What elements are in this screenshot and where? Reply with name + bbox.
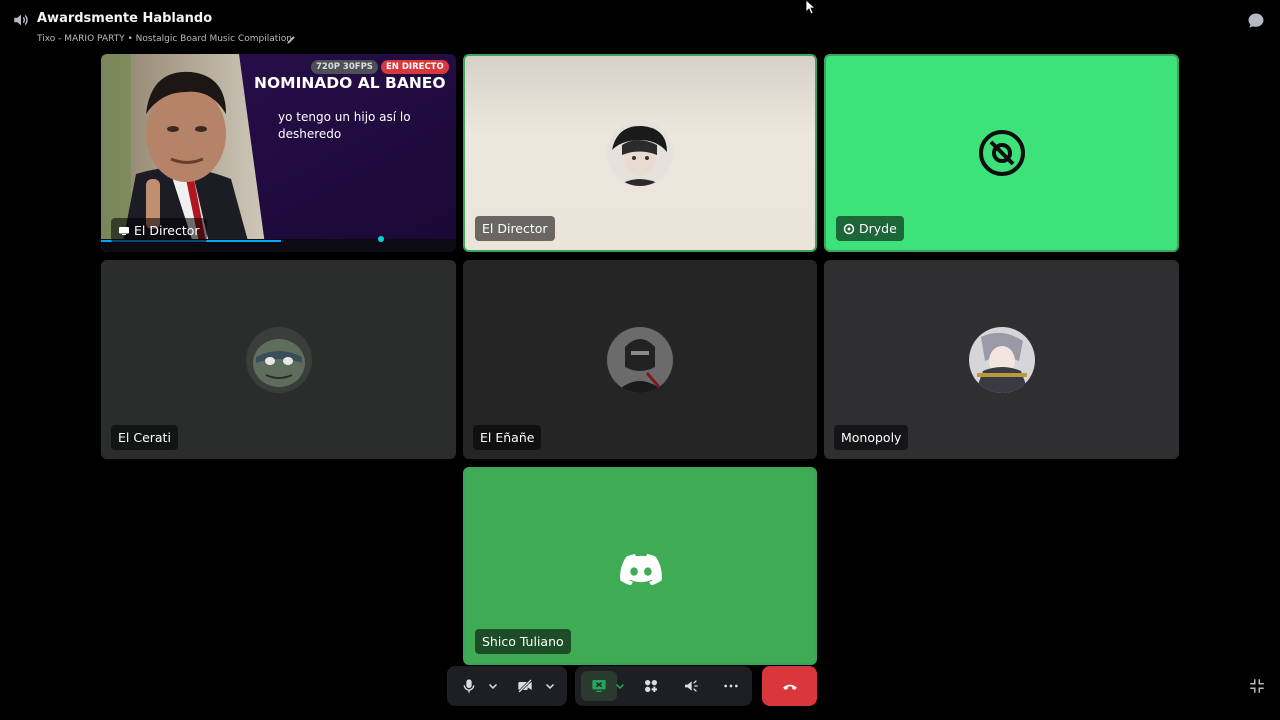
audio-video-controls [447,666,567,706]
screen-share-button[interactable] [581,671,617,701]
pencil-icon[interactable] [286,34,297,45]
participant-tile-el-enane[interactable]: El Eñañe [463,260,817,459]
participant-tile-monopoly[interactable]: Monopoly [824,260,1179,459]
channel-status: Tixo - MARIO PARTY • Nostalgic Board Mus… [37,34,292,44]
chevron-down-icon [545,683,555,690]
more-icon [724,684,738,688]
mouse-cursor [806,0,816,14]
video-options-chevron[interactable] [543,666,557,706]
participant-name: El Director [134,223,200,238]
activities-button[interactable] [637,666,665,706]
nitro-icon [843,223,855,234]
chat-icon[interactable] [1246,11,1266,31]
activities-icon [645,680,657,692]
participant-name-tag: El Director [475,216,555,241]
screen-share-icon [119,226,129,235]
screen-share-icon [592,680,606,692]
participant-name-tag: Dryde [836,216,904,241]
more-options-button[interactable] [717,666,745,706]
live-badge: EN DIRECTO [381,60,449,74]
audio-options-chevron[interactable] [486,666,500,706]
avatar [968,326,1035,393]
camera-off-icon [518,679,532,693]
avatar [607,326,673,393]
participant-name-tag: El Director [111,218,207,243]
participant-name: Dryde [859,221,897,236]
chevron-down-icon [615,683,625,690]
disconnect-button[interactable] [762,666,817,706]
avatar [968,120,1035,186]
participant-name-tag: Shico Tuliano [475,629,571,654]
participant-name-tag: El Eñañe [473,425,542,450]
avatar [607,120,673,186]
participant-name: El Eñañe [480,430,535,445]
stream-tile-el-director[interactable]: 720P 30FPS EN DIRECTO NOMINADO AL BANEO … [101,54,456,252]
quality-badge: 720P 30FPS [311,60,378,74]
participant-name: El Director [482,221,548,236]
chevron-down-icon [488,683,498,690]
soundboard-icon [685,680,698,692]
participant-tile-shico-tuliano[interactable]: Shico Tuliano [463,467,817,665]
hangup-icon [782,684,797,690]
participant-name: Monopoly [841,430,902,445]
camera-button[interactable] [511,666,539,706]
participant-name: Shico Tuliano [482,634,564,649]
participant-name-tag: Monopoly [834,425,909,450]
screen-share-options-chevron[interactable] [613,666,627,706]
participant-tile-el-director[interactable]: El Director [463,54,817,252]
activity-controls [575,666,752,706]
call-header: Awardsmente Hablando Tixo - MARIO PARTY … [0,0,1280,50]
participant-name-tag: El Cerati [111,425,178,450]
speaker-icon[interactable] [12,11,30,29]
discord-logo-icon [620,554,662,585]
channel-name: Awardsmente Hablando [37,11,213,26]
microphone-icon [463,679,475,693]
participant-tile-el-cerati[interactable]: El Cerati [101,260,456,459]
avatar [245,326,312,393]
collapse-icon[interactable] [1248,677,1266,695]
participant-name: El Cerati [118,430,171,445]
soundboard-button[interactable] [677,666,705,706]
stream-subtitle: yo tengo un hijo así lo desheredo [278,110,411,141]
participant-tile-dryde[interactable]: Dryde [824,54,1179,252]
stream-title: NOMINADO AL BANEO [254,74,446,92]
mute-button[interactable] [455,666,483,706]
